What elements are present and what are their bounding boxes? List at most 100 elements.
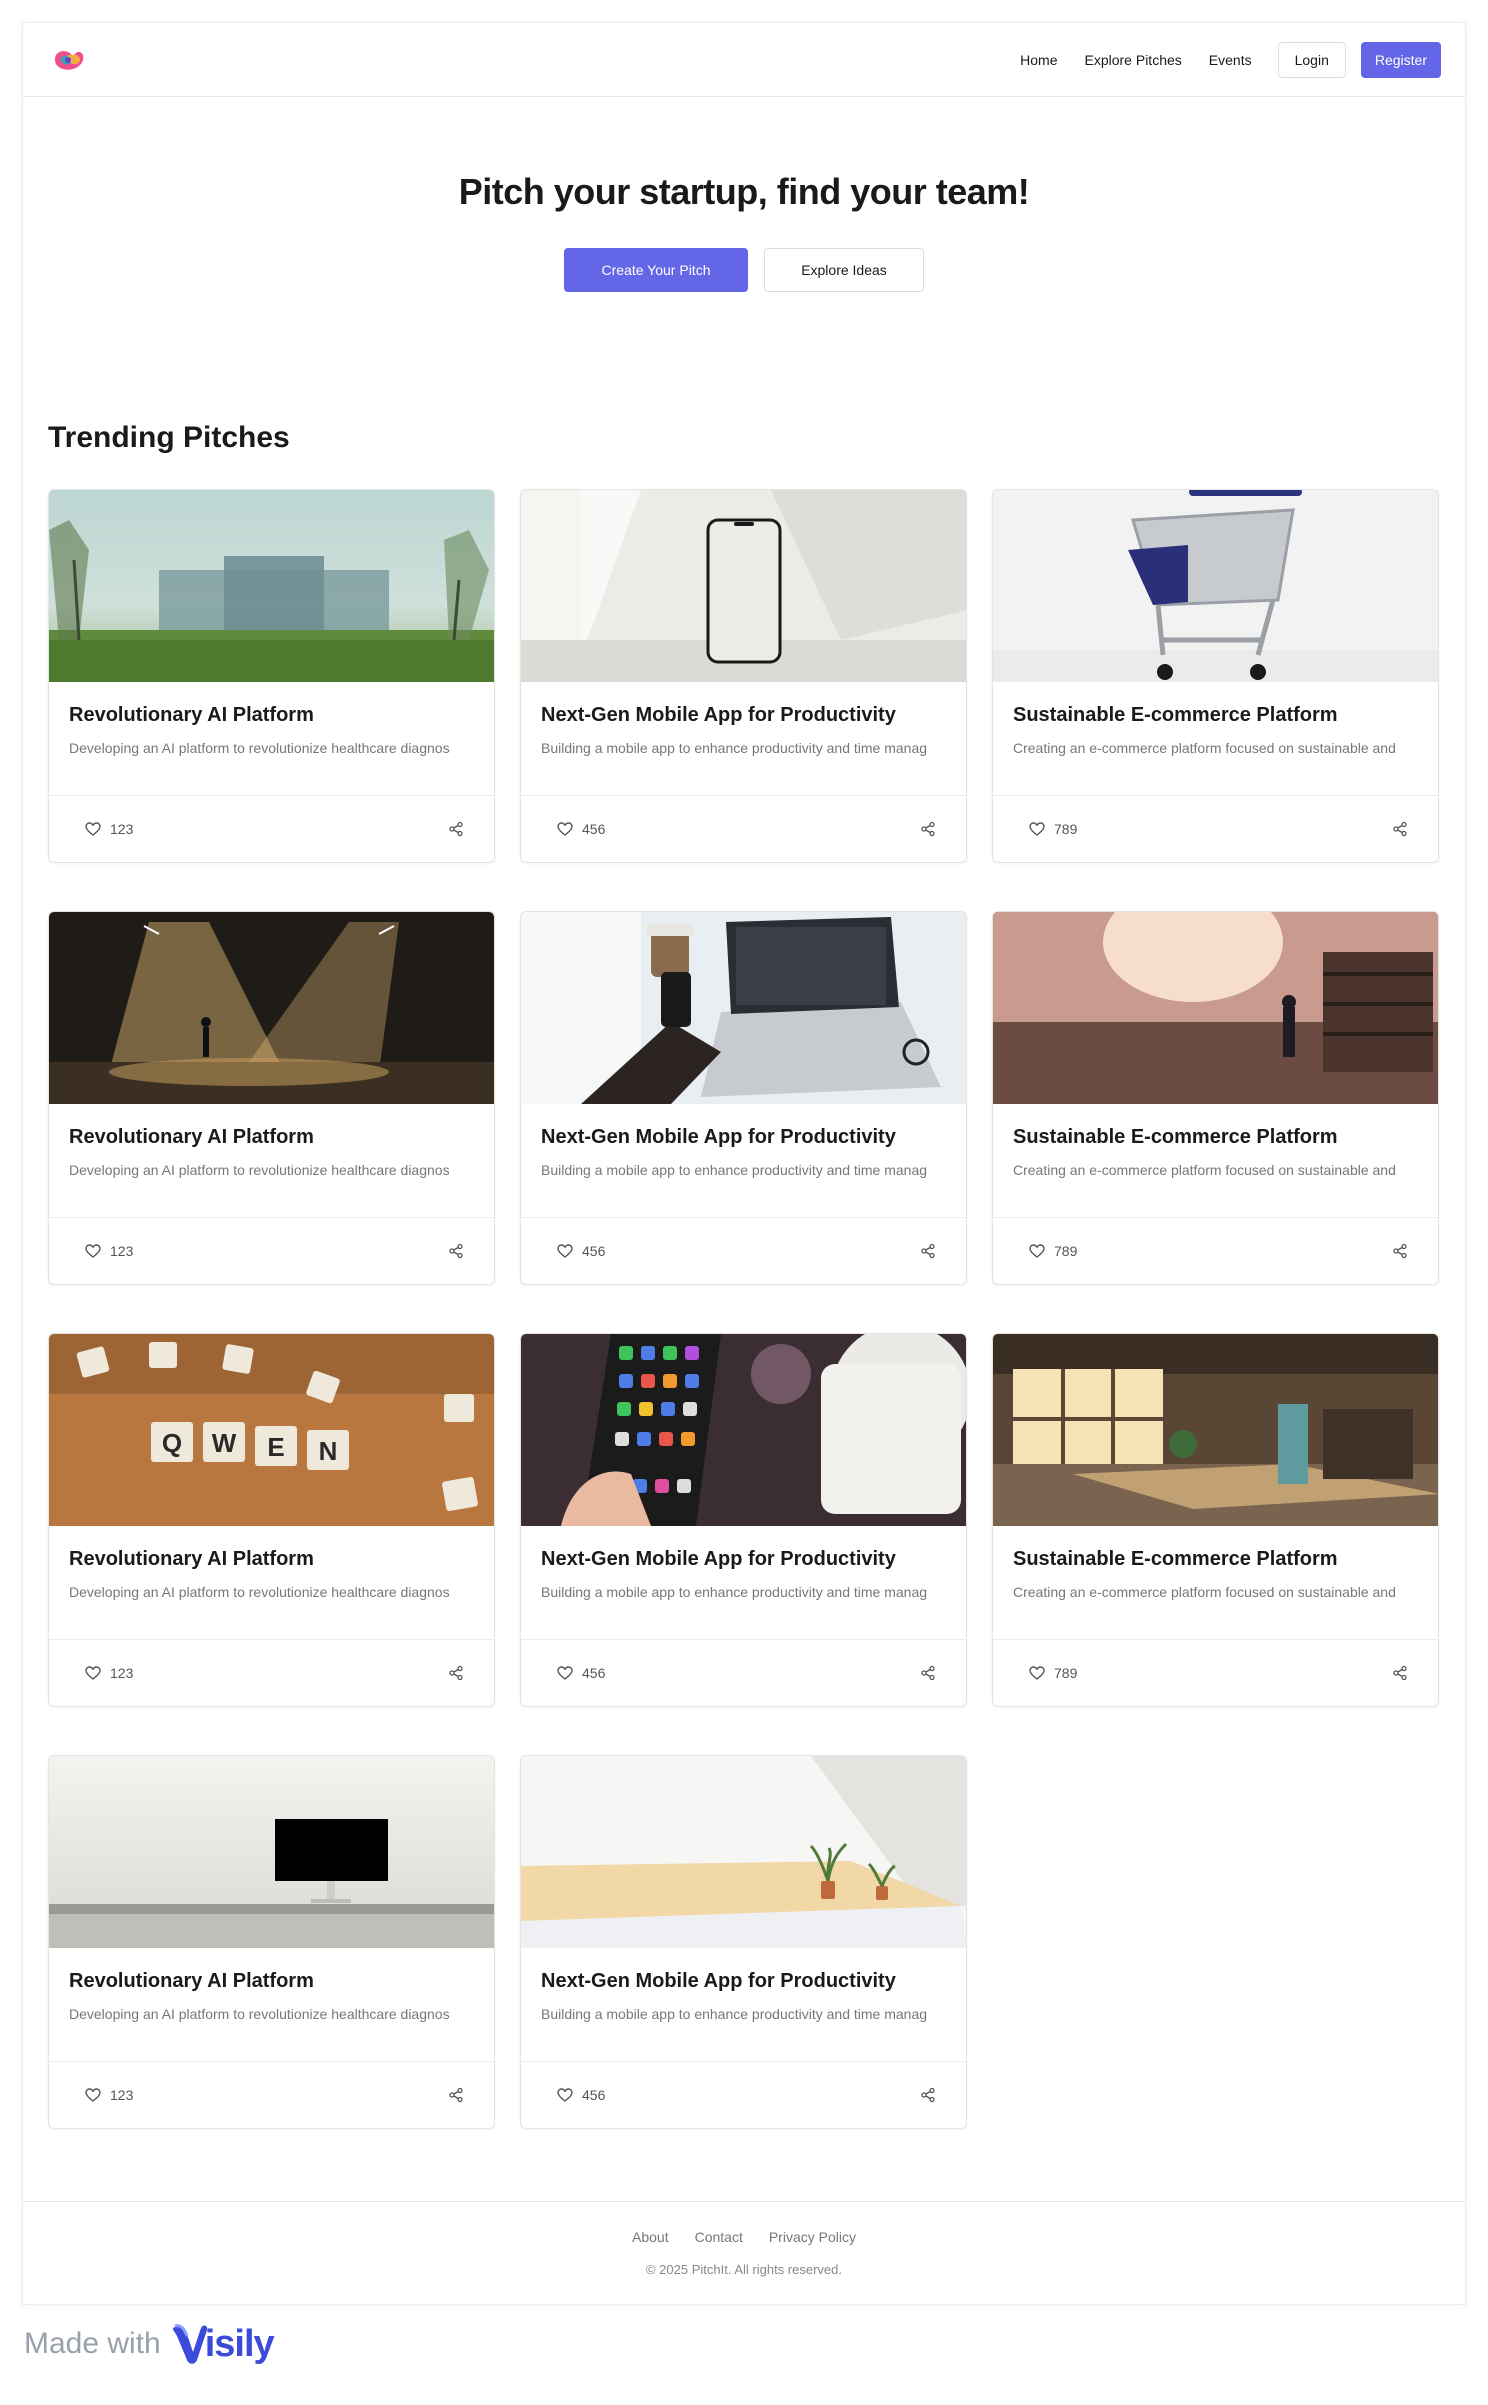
footer-link-about[interactable]: About [632, 2229, 669, 2245]
share-button[interactable] [448, 821, 464, 837]
trending-title: Trending Pitches [48, 421, 290, 454]
card-title[interactable]: Revolutionary AI Platform [69, 1548, 474, 1571]
pitch-card[interactable]: Next-Gen Mobile App for Productivity Bui… [520, 1333, 967, 1707]
like-button[interactable]: 789 [1029, 1665, 1077, 1681]
card-title[interactable]: Revolutionary AI Platform [69, 1970, 474, 1993]
heart-icon [1029, 1666, 1045, 1680]
card-title[interactable]: Revolutionary AI Platform [69, 1126, 474, 1149]
footer-link-privacy[interactable]: Privacy Policy [769, 2229, 856, 2245]
pitchit-logo-icon[interactable] [51, 45, 87, 75]
tile-letter: Q [162, 1428, 182, 1458]
pitch-card[interactable]: Sustainable E-commerce Platform Creating… [992, 1333, 1439, 1707]
pitch-card[interactable]: Sustainable E-commerce Platform Creating… [992, 911, 1439, 1285]
pitch-card[interactable]: Next-Gen Mobile App for Productivity Bui… [520, 911, 967, 1285]
share-icon [1393, 821, 1407, 837]
like-button[interactable]: 123 [85, 1243, 133, 1259]
pitch-card[interactable]: Revolutionary AI Platform Developing an … [48, 911, 495, 1285]
share-icon [1393, 1243, 1407, 1259]
nav-home[interactable]: Home [1020, 52, 1057, 68]
nav-events[interactable]: Events [1209, 52, 1252, 68]
share-icon [1393, 1665, 1407, 1681]
pitch-card[interactable]: Next-Gen Mobile App for Productivity Bui… [520, 489, 967, 863]
login-button[interactable]: Login [1277, 41, 1346, 78]
hero-title: Pitch your startup, find your team! [458, 171, 1030, 212]
tile-letter: E [267, 1432, 284, 1462]
card-description: Creating an e-commerce platform focused … [1013, 740, 1396, 756]
visily-wordmark: isily [204, 2322, 275, 2365]
card-description: Creating an e-commerce platform focused … [1013, 1584, 1396, 1600]
card-description: Developing an AI platform to revolutioni… [69, 1162, 450, 1178]
card-image [49, 490, 494, 682]
like-button[interactable]: 789 [1029, 821, 1077, 837]
share-icon [449, 1665, 463, 1681]
like-count: 123 [110, 1665, 134, 1681]
card-title[interactable]: Next-Gen Mobile App for Productivity [541, 704, 946, 727]
heart-icon [85, 1244, 101, 1258]
heart-icon [1029, 1244, 1045, 1258]
share-button[interactable] [1392, 821, 1408, 837]
card-image: Q W E N [49, 1334, 494, 1526]
share-button[interactable] [920, 2087, 936, 2103]
like-count: 456 [582, 2087, 606, 2103]
like-count: 456 [582, 1243, 606, 1259]
like-button[interactable]: 456 [557, 1243, 605, 1259]
register-button[interactable]: Register [1360, 41, 1441, 78]
card-image [993, 912, 1438, 1104]
card-image [49, 1756, 494, 1948]
footer-links: About Contact Privacy Policy [23, 2229, 1465, 2245]
explore-ideas-button[interactable]: Explore Ideas [764, 248, 924, 292]
pitch-card[interactable]: Revolutionary AI Platform Developing an … [48, 1755, 495, 2129]
share-icon [921, 2087, 935, 2103]
share-icon [921, 821, 935, 837]
share-icon [449, 821, 463, 837]
heart-icon [557, 822, 573, 836]
tile-letter: N [319, 1436, 338, 1466]
card-title[interactable]: Sustainable E-commerce Platform [1013, 704, 1418, 727]
site-footer: About Contact Privacy Policy © 2025 Pitc… [23, 2201, 1465, 2304]
like-count: 123 [110, 821, 134, 837]
like-button[interactable]: 789 [1029, 1243, 1077, 1259]
made-with-badge[interactable]: Made with isily [24, 2322, 275, 2366]
like-count: 789 [1054, 821, 1078, 837]
like-count: 789 [1054, 1665, 1078, 1681]
share-button[interactable] [920, 1665, 936, 1681]
pitch-card[interactable]: Sustainable E-commerce Platform Creating… [992, 489, 1439, 863]
card-title[interactable]: Next-Gen Mobile App for Productivity [541, 1126, 946, 1149]
card-title[interactable]: Next-Gen Mobile App for Productivity [541, 1970, 946, 1993]
card-description: Developing an AI platform to revolutioni… [69, 1584, 450, 1600]
nav-explore-pitches[interactable]: Explore Pitches [1085, 52, 1182, 68]
like-button[interactable]: 456 [557, 2087, 605, 2103]
main-nav: Home Explore Pitches Events Login Regist… [993, 41, 1441, 78]
like-count: 123 [110, 2087, 134, 2103]
card-image [521, 1334, 966, 1526]
like-button[interactable]: 456 [557, 821, 605, 837]
share-icon [921, 1243, 935, 1259]
share-button[interactable] [448, 1243, 464, 1259]
like-button[interactable]: 123 [85, 821, 133, 837]
like-button[interactable]: 456 [557, 1665, 605, 1681]
card-description: Building a mobile app to enhance product… [541, 740, 928, 756]
heart-icon [85, 1666, 101, 1680]
share-button[interactable] [1392, 1665, 1408, 1681]
card-title[interactable]: Sustainable E-commerce Platform [1013, 1126, 1418, 1149]
share-button[interactable] [920, 821, 936, 837]
card-title[interactable]: Sustainable E-commerce Platform [1013, 1548, 1418, 1571]
share-button[interactable] [1392, 1243, 1408, 1259]
like-button[interactable]: 123 [85, 1665, 133, 1681]
card-title[interactable]: Next-Gen Mobile App for Productivity [541, 1548, 946, 1571]
like-count: 456 [582, 821, 606, 837]
pitch-card[interactable]: Q W E N Revolutionary AI Platform Develo… [48, 1333, 495, 1707]
heart-icon [1029, 822, 1045, 836]
like-button[interactable]: 123 [85, 2087, 133, 2103]
share-icon [449, 1243, 463, 1259]
card-title[interactable]: Revolutionary AI Platform [69, 704, 474, 727]
share-button[interactable] [448, 1665, 464, 1681]
share-button[interactable] [448, 2087, 464, 2103]
like-count: 123 [110, 1243, 134, 1259]
share-icon [921, 1665, 935, 1681]
create-pitch-button[interactable]: Create Your Pitch [564, 248, 748, 292]
share-button[interactable] [920, 1243, 936, 1259]
footer-link-contact[interactable]: Contact [695, 2229, 743, 2245]
pitch-card[interactable]: Next-Gen Mobile App for Productivity Bui… [520, 1755, 967, 2129]
pitch-card[interactable]: Revolutionary AI Platform Developing an … [48, 489, 495, 863]
